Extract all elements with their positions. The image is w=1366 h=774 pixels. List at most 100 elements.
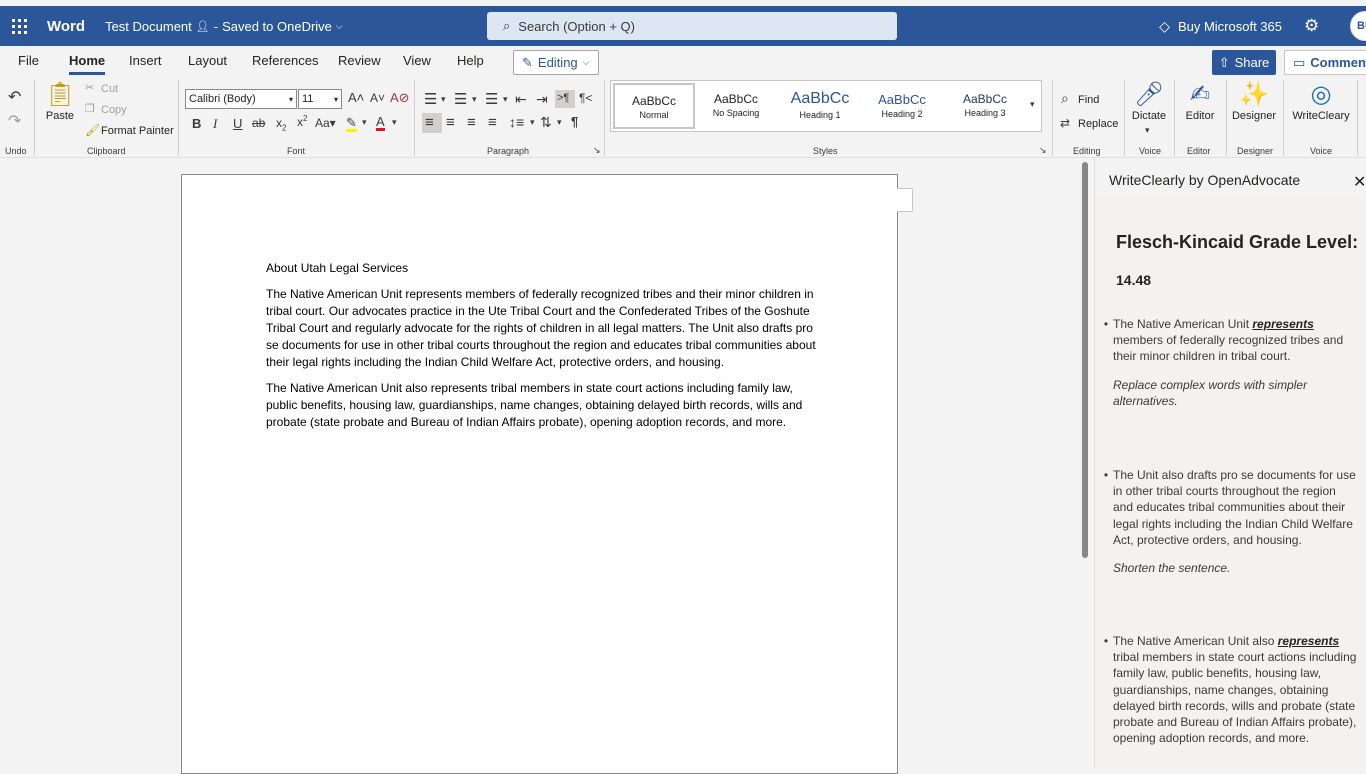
chevron-down-icon[interactable]: ▾ <box>472 95 477 104</box>
bullets-icon[interactable]: ☰ <box>424 92 437 107</box>
document-body[interactable]: About Utah Legal Services The Native Ame… <box>266 260 816 440</box>
document-heading[interactable]: About Utah Legal Services <box>266 260 816 277</box>
document-canvas[interactable]: About Utah Legal Services The Native Ame… <box>0 158 1094 774</box>
flagged-word[interactable]: represents <box>1252 317 1313 331</box>
tab-layout[interactable]: Layout <box>188 53 227 68</box>
italic-icon[interactable]: I <box>213 117 217 130</box>
editor-button[interactable]: ✍ Editor <box>1180 80 1220 122</box>
align-center-icon[interactable]: ≡ <box>446 115 455 130</box>
share-button[interactable]: ⇧ Share <box>1212 50 1276 75</box>
buy-microsoft-365-link[interactable]: ◇ Buy Microsoft 365 <box>1159 18 1282 35</box>
chevron-down-icon: ▾ <box>288 94 293 104</box>
grow-font-icon[interactable]: A˄ <box>348 91 364 104</box>
style-no-spacing[interactable]: AaBbCc No Spacing <box>695 83 777 129</box>
multilevel-list-icon[interactable]: ☰ <box>485 92 498 107</box>
bold-icon[interactable]: B <box>192 117 201 130</box>
superscript-icon[interactable]: x2 <box>297 115 307 129</box>
shrink-font-icon[interactable]: A˅ <box>370 92 385 104</box>
suggestion-item[interactable]: • The Native American Unit represents me… <box>1099 316 1359 409</box>
rtl-text-icon[interactable]: ¶< <box>579 92 592 104</box>
increase-indent-icon[interactable]: ⇥ <box>536 92 548 106</box>
document-title[interactable]: Test Document 👤︎ - Saved to OneDrive ⌵ <box>105 19 343 34</box>
writecleary-button[interactable]: ◎ WriteCleary <box>1289 80 1353 122</box>
font-size-select[interactable]: 11 ▾ <box>298 89 342 109</box>
chevron-down-icon[interactable]: ▾ <box>557 118 562 127</box>
app-name[interactable]: Word <box>47 18 85 35</box>
format-painter-button[interactable]: Format Painter <box>101 125 174 137</box>
document-page[interactable]: About Utah Legal Services The Native Ame… <box>181 174 898 774</box>
styles-group-label: Styles <box>813 146 838 156</box>
font-name-select[interactable]: Calibri (Body) ▾ <box>185 89 297 109</box>
find-button[interactable]: Find <box>1078 94 1099 106</box>
chevron-down-icon[interactable]: ▾ <box>530 118 535 127</box>
document-paragraph-2[interactable]: The Native American Unit also represents… <box>266 380 816 431</box>
show-formatting-icon[interactable]: ¶ <box>571 115 578 128</box>
font-color-icon[interactable]: A <box>376 115 385 131</box>
clear-formatting-icon[interactable]: A⊘ <box>390 91 410 104</box>
close-icon[interactable]: ✕ <box>1353 172 1366 192</box>
undo-group-label: Undo <box>5 146 27 156</box>
dictate-label: Dictate <box>1131 110 1167 122</box>
editor-group-label: Editor <box>1187 146 1211 156</box>
styles-expand-icon[interactable]: ▾ <box>1030 100 1035 109</box>
dialog-launcher-icon[interactable]: ↘ <box>1039 146 1047 155</box>
search-placeholder: Search (Option + Q) <box>518 18 635 34</box>
chevron-down-icon[interactable]: ▾ <box>503 95 508 104</box>
comments-button[interactable]: ▭ Comments <box>1284 50 1366 75</box>
dialog-launcher-icon[interactable]: ↘ <box>593 146 601 155</box>
gear-icon[interactable]: ⚙ <box>1304 16 1324 36</box>
style-normal[interactable]: AaBbCc Normal <box>613 83 695 129</box>
numbering-icon[interactable]: ☰ <box>454 92 467 107</box>
document-paragraph-1[interactable]: The Native American Unit represents memb… <box>266 286 816 371</box>
undo-icon[interactable]: ↶ <box>8 90 21 106</box>
replace-button[interactable]: Replace <box>1078 118 1118 130</box>
suggestion-item[interactable]: • The Native American Unit also represen… <box>1099 633 1359 746</box>
ltr-text-icon[interactable]: >¶ <box>555 90 575 108</box>
underline-icon[interactable]: U <box>233 117 242 130</box>
cut-button[interactable]: Cut <box>101 83 118 95</box>
line-spacing-icon[interactable]: ↕≡ <box>509 115 524 129</box>
flagged-word[interactable]: represents <box>1278 634 1339 648</box>
style-name: Normal <box>639 110 669 120</box>
change-case-icon[interactable]: Aa▾ <box>315 117 336 129</box>
style-heading-3[interactable]: AaBbCc Heading 3 <box>944 83 1026 129</box>
chevron-down-icon[interactable]: ▾ <box>1145 126 1150 135</box>
paste-button[interactable]: 📋︎ Paste <box>44 80 76 122</box>
vertical-scrollbar[interactable] <box>1082 162 1088 558</box>
chevron-down-icon[interactable]: ▾ <box>362 118 367 127</box>
suggestion-text: The Native American Unit also <box>1113 634 1278 648</box>
waffle-icon <box>11 18 27 34</box>
decrease-indent-icon[interactable]: ⇤ <box>515 92 527 106</box>
tab-home[interactable]: Home <box>69 53 106 75</box>
copy-button[interactable]: Copy <box>101 104 127 116</box>
suggestion-item[interactable]: • The Unit also drafts pro se documents … <box>1099 467 1359 576</box>
style-heading-2[interactable]: AaBbCc Heading 2 <box>861 83 943 129</box>
subscript-icon[interactable]: x2 <box>276 117 286 132</box>
editing-label: Editing <box>537 55 578 70</box>
dictate-button[interactable]: 🎤︎ Dictate <box>1129 80 1169 122</box>
chevron-down-icon[interactable]: ▾ <box>441 95 446 104</box>
tab-file[interactable]: File <box>18 53 39 68</box>
redo-icon[interactable]: ↷ <box>8 114 21 130</box>
justify-icon[interactable]: ≡ <box>488 115 497 130</box>
highlight-icon[interactable]: ✎ <box>346 116 357 132</box>
strikethrough-icon[interactable]: ab <box>252 117 265 129</box>
tab-view[interactable]: View <box>403 53 431 68</box>
tab-help[interactable]: Help <box>457 53 484 68</box>
tab-insert[interactable]: Insert <box>129 53 162 68</box>
buy-label: Buy Microsoft 365 <box>1177 18 1282 34</box>
avatar[interactable]: BU <box>1350 11 1366 41</box>
scissors-icon: ✂ <box>85 82 95 94</box>
chevron-down-icon: ▾ <box>333 94 338 104</box>
app-launcher-button[interactable] <box>0 6 38 46</box>
style-heading-1[interactable]: AaBbCc Heading 1 <box>779 83 861 129</box>
align-left-icon[interactable]: ≡ <box>422 113 442 133</box>
tab-review[interactable]: Review <box>338 53 381 68</box>
align-right-icon[interactable]: ≡ <box>467 115 476 130</box>
designer-button[interactable]: ✨ Designer <box>1231 80 1277 122</box>
chevron-down-icon[interactable]: ▾ <box>392 118 397 127</box>
search-box[interactable]: ⌕ Search (Option + Q) <box>487 12 897 40</box>
tab-references[interactable]: References <box>252 53 318 68</box>
editing-mode-button[interactable]: ✎ Editing ⌵ <box>513 50 599 75</box>
paragraph-spacing-icon[interactable]: ⇅ <box>540 115 552 129</box>
